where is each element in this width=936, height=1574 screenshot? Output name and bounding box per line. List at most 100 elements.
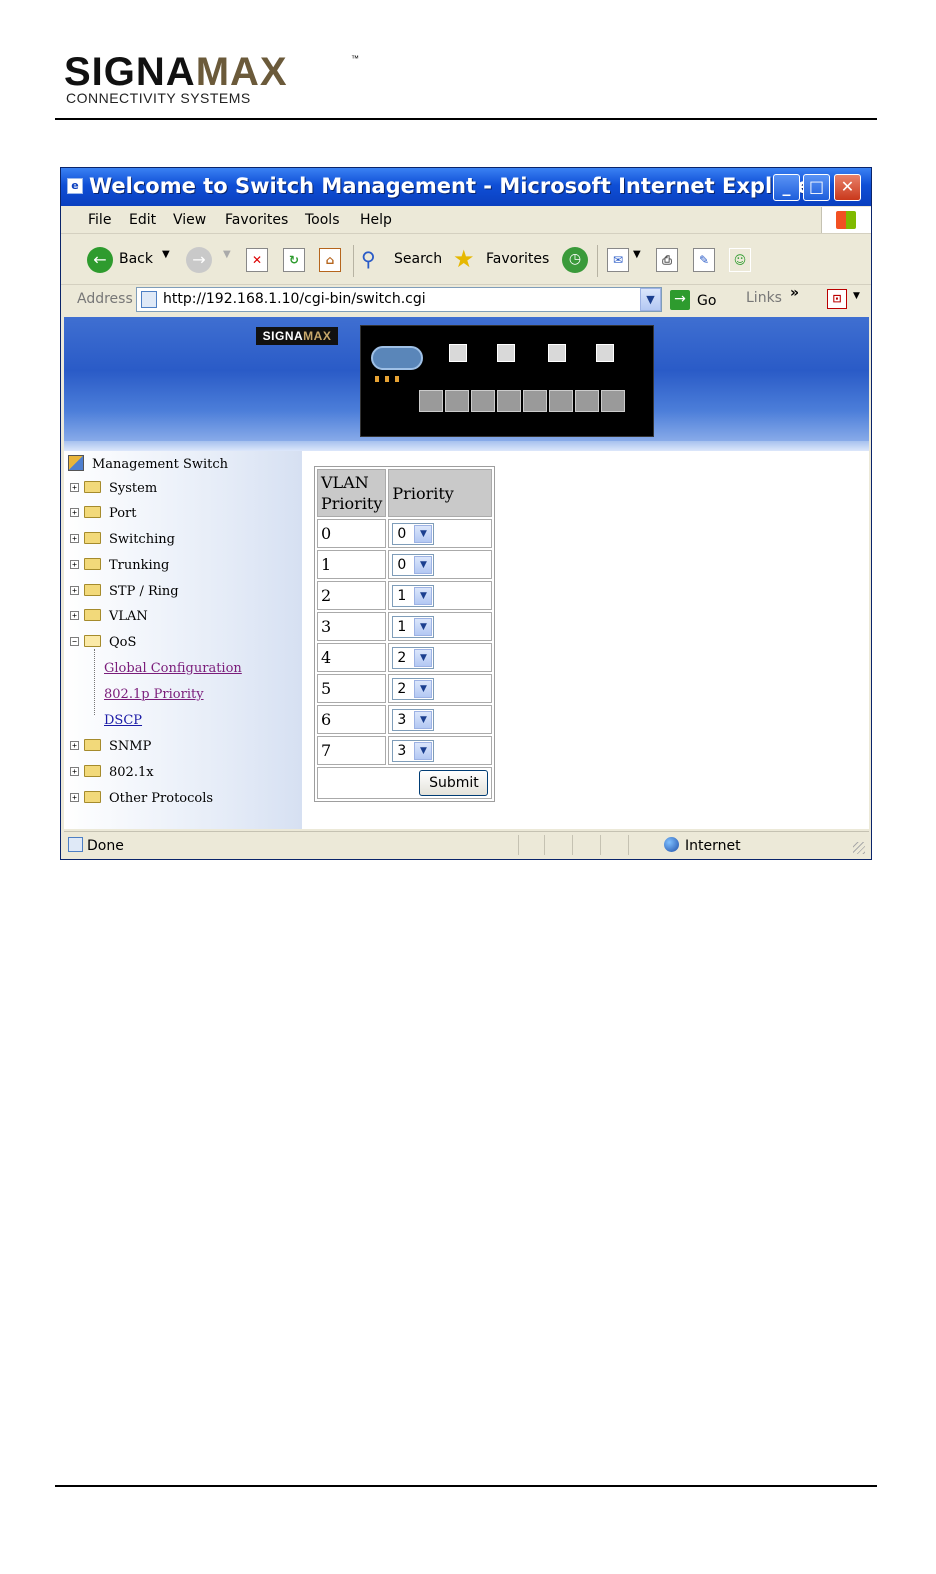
expand-icon[interactable]: +	[70, 793, 79, 802]
table-row: 7 3 ▼	[317, 736, 493, 765]
priority-select[interactable]: 0 ▼	[392, 553, 435, 576]
priority-select[interactable]: 1 ▼	[392, 615, 435, 638]
expand-icon[interactable]: +	[70, 586, 79, 595]
vlan-priority-table: VLAN Priority Priority 0 0 ▼ 1 0 ▼ 2 1 ▼ 3 1 ▼ 42…	[314, 466, 496, 802]
page-viewport: SIGNAMAX Management Switch + System + Po…	[64, 317, 869, 829]
expand-icon[interactable]: +	[70, 560, 79, 569]
links-more-icon[interactable]: »	[790, 285, 799, 301]
chevron-down-icon[interactable]: ▼	[414, 679, 433, 698]
priority-select[interactable]: 0 ▼	[392, 522, 435, 545]
footer-rule	[55, 1485, 877, 1487]
table-row: 4 2 ▼	[317, 643, 493, 672]
title-bar[interactable]: e Welcome to Switch Management - Microso…	[61, 168, 871, 206]
submit-button[interactable]: Submit	[419, 770, 489, 796]
tree-item-802-1x[interactable]: +802.1x	[70, 765, 154, 780]
ethernet-port-icon	[575, 390, 599, 412]
priority-select[interactable]: 2 ▼	[392, 646, 435, 669]
acrobat-dropdown-icon[interactable]: ▼	[853, 291, 860, 301]
menu-view[interactable]: View	[173, 212, 206, 228]
status-led	[375, 376, 379, 382]
tree-root[interactable]: Management Switch	[68, 455, 228, 472]
menu-help[interactable]: Help	[360, 212, 392, 228]
maximize-button[interactable]: □	[803, 174, 830, 201]
tree-item-stp-ring[interactable]: + STP / Ring	[70, 584, 179, 599]
links-label[interactable]: Links	[746, 290, 782, 306]
chevron-down-icon[interactable]: ▼	[414, 710, 433, 729]
back-dropdown-icon[interactable]: ▼	[162, 249, 170, 260]
priority-select[interactable]: 2 ▼	[392, 677, 435, 700]
forward-dropdown-icon[interactable]: ▼	[223, 249, 231, 260]
expand-icon[interactable]: +	[70, 741, 79, 750]
stop-icon[interactable]: ✕	[246, 248, 268, 272]
expand-icon[interactable]: +	[70, 483, 79, 492]
menu-tools[interactable]: Tools	[305, 212, 340, 228]
tree-link-802-1p-priority[interactable]: 802.1p Priority	[104, 687, 204, 702]
mail-dropdown-icon[interactable]: ▼	[633, 249, 641, 260]
expand-icon[interactable]: +	[70, 508, 79, 517]
forward-arrow-icon[interactable]: →	[186, 247, 212, 273]
edit-page-icon[interactable]: ✎	[693, 248, 715, 272]
tree-item-port[interactable]: + Port	[70, 506, 137, 521]
favorites-button[interactable]: Favorites	[486, 251, 549, 267]
address-label: Address	[77, 291, 133, 307]
favorites-star-icon[interactable]: ★	[453, 245, 475, 273]
tree-item-switching[interactable]: + Switching	[70, 532, 175, 547]
menu-favorites[interactable]: Favorites	[225, 212, 288, 228]
chevron-down-icon[interactable]: ▼	[414, 524, 433, 543]
tree-item-label: Switching	[109, 532, 175, 547]
back-button[interactable]: Back	[119, 251, 153, 267]
tree-item-qos[interactable]: − QoS	[70, 635, 136, 650]
tree-item-vlan[interactable]: + VLAN	[70, 609, 148, 624]
expand-icon[interactable]: +	[70, 534, 79, 543]
address-url[interactable]: http://192.168.1.10/cgi-bin/switch.cgi	[163, 291, 426, 307]
mail-icon[interactable]: ✉	[607, 248, 629, 272]
vlan-priority-cell: 4	[317, 643, 387, 672]
logo-trademark: ™	[351, 54, 359, 63]
folder-icon	[84, 739, 101, 751]
tree-link-global-configuration[interactable]: Global Configuration	[104, 661, 242, 676]
priority-select[interactable]: 1 ▼	[392, 584, 435, 607]
print-icon[interactable]: ⎙	[656, 248, 678, 272]
tree-item-label: Port	[109, 506, 137, 521]
tree-item-snmp[interactable]: + SNMP	[70, 739, 151, 754]
chevron-down-icon[interactable]: ▼	[414, 617, 433, 636]
chevron-down-icon[interactable]: ▼	[414, 648, 433, 667]
logo-main-text: SIGNA	[64, 50, 196, 94]
go-button[interactable]: Go	[697, 293, 716, 309]
vlan-priority-cell: 0	[317, 519, 387, 548]
close-button[interactable]: ✕	[834, 174, 861, 201]
search-button[interactable]: Search	[394, 251, 442, 267]
collapse-icon[interactable]: −	[70, 637, 79, 646]
tree-item-label: QoS	[109, 635, 137, 650]
home-icon[interactable]: ⌂	[319, 248, 341, 272]
tree-item-other-protocols[interactable]: + Other Protocols	[70, 791, 213, 806]
menu-file[interactable]: File	[88, 212, 111, 228]
tree-item-system[interactable]: + System	[70, 481, 157, 496]
back-arrow-icon[interactable]: ←	[87, 247, 113, 273]
chevron-down-icon[interactable]: ▼	[414, 555, 433, 574]
chevron-down-icon[interactable]: ▼	[414, 586, 433, 605]
tree-connector	[94, 649, 95, 715]
resize-grip-icon[interactable]	[853, 842, 865, 854]
header-rule	[55, 118, 877, 120]
acrobat-icon[interactable]: ⊡	[827, 289, 847, 309]
minimize-button[interactable]: _	[773, 174, 800, 201]
menu-edit[interactable]: Edit	[129, 212, 156, 228]
history-icon[interactable]: ◷	[562, 247, 588, 273]
chevron-down-icon[interactable]: ▼	[414, 741, 433, 760]
priority-select[interactable]: 3 ▼	[392, 739, 435, 762]
tree-link-dscp[interactable]: DSCP	[104, 713, 142, 728]
address-input[interactable]: http://192.168.1.10/cgi-bin/switch.cgi ▼	[136, 287, 662, 312]
address-dropdown-icon[interactable]: ▼	[640, 288, 661, 311]
toolbar-separator	[353, 245, 354, 277]
expand-icon[interactable]: +	[70, 767, 79, 776]
go-arrow-icon[interactable]: →	[670, 290, 690, 310]
management-switch-icon	[68, 455, 84, 471]
search-icon[interactable]: ⚲	[361, 247, 376, 271]
ethernet-port-icon	[549, 390, 573, 412]
tree-item-trunking[interactable]: + Trunking	[70, 558, 169, 573]
messenger-icon[interactable]: ☺	[729, 248, 751, 272]
priority-select[interactable]: 3 ▼	[392, 708, 435, 731]
expand-icon[interactable]: +	[70, 611, 79, 620]
refresh-icon[interactable]: ↻	[283, 248, 305, 272]
